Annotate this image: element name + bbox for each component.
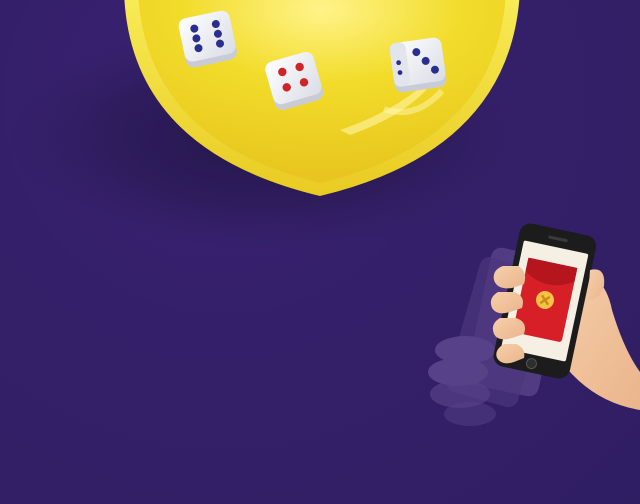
scene-canvas bbox=[10, 0, 640, 426]
game-scene bbox=[0, 0, 640, 504]
die-six bbox=[178, 10, 237, 68]
